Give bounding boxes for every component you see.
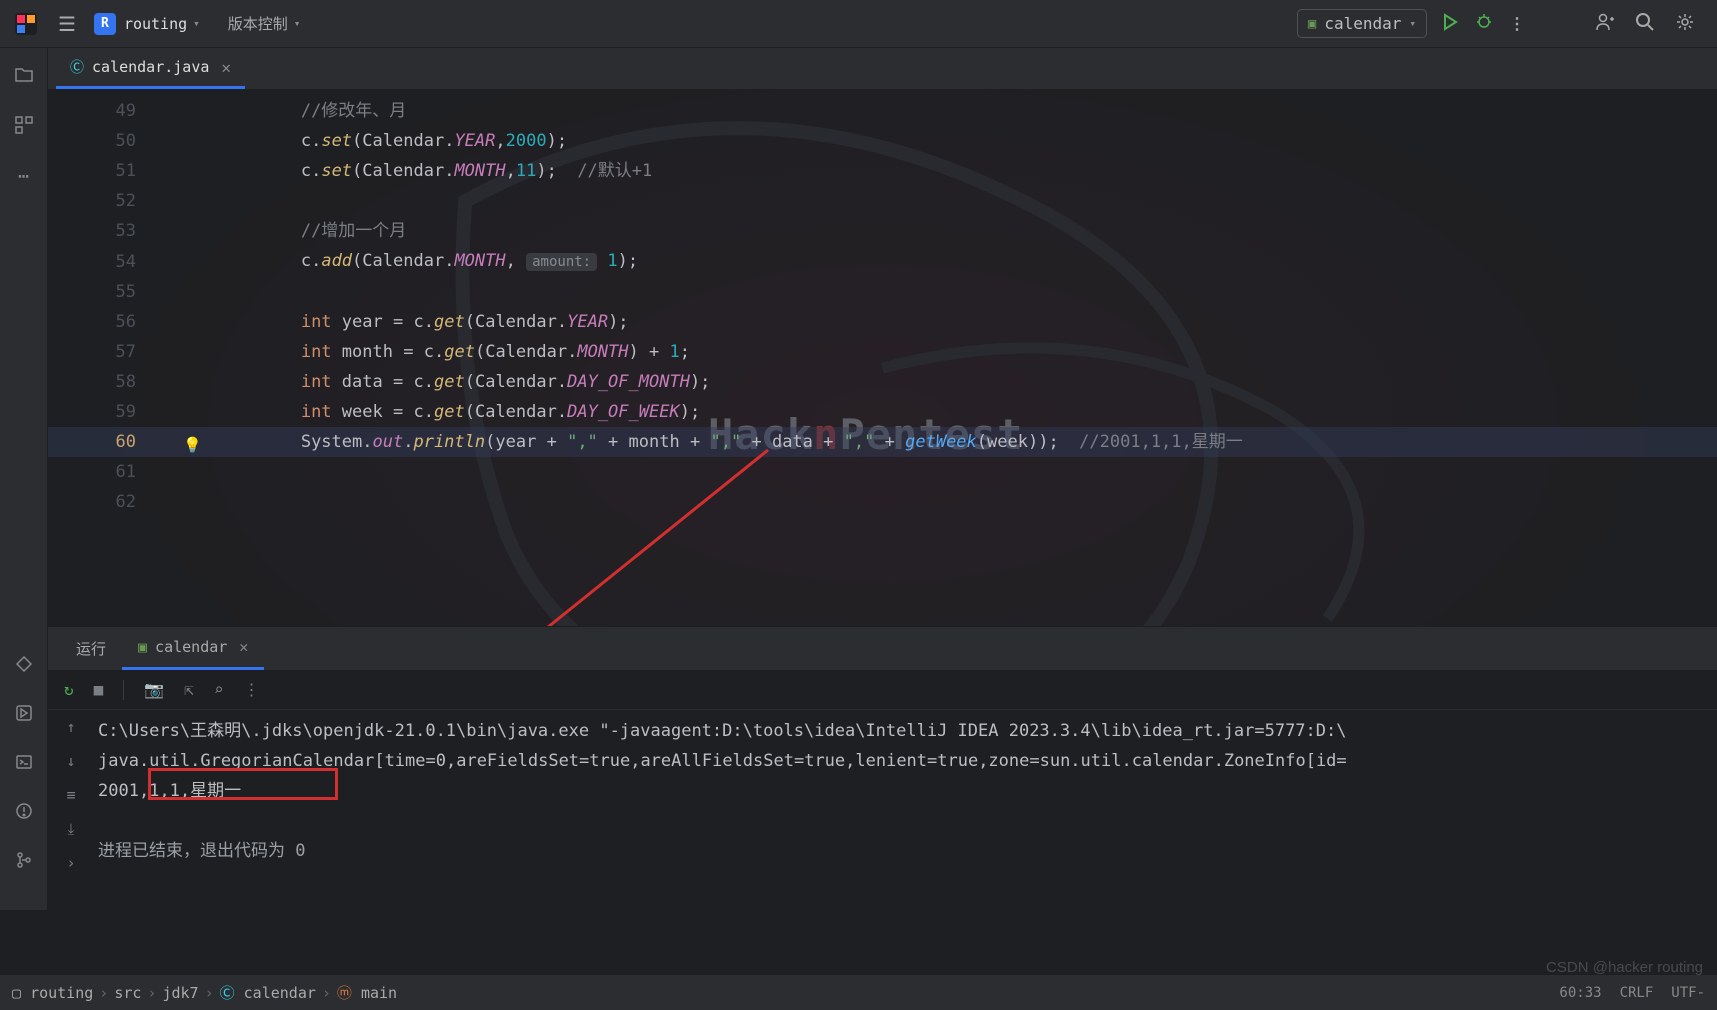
- console-tabs: 运行 ▣ calendar ✕: [48, 626, 1717, 670]
- down-icon[interactable]: ↓: [66, 752, 75, 770]
- scroll-icon[interactable]: ⤓: [68, 820, 75, 838]
- more-icon[interactable]: ⋯: [18, 166, 29, 187]
- expand-icon[interactable]: ›: [66, 854, 75, 872]
- run-button[interactable]: [1441, 13, 1459, 35]
- console-toolbar: ↻ ■ 📷 ⇱ ⌕ ⋮: [48, 670, 1717, 710]
- run-config-name: calendar: [1324, 14, 1401, 33]
- debug-button[interactable]: [1475, 13, 1493, 35]
- project-name[interactable]: routing: [124, 15, 187, 33]
- line-sep[interactable]: CRLF: [1620, 985, 1654, 1001]
- line-number: 61: [48, 457, 178, 487]
- terminal-icon: ▣: [138, 638, 147, 656]
- search-icon[interactable]: [1635, 12, 1655, 36]
- more-button[interactable]: ⋮: [1509, 14, 1525, 33]
- highlight-box: [148, 768, 338, 800]
- console-output[interactable]: C:\Users\王森明\.jdks\openjdk-21.0.1\bin\ja…: [94, 710, 1717, 910]
- file-tab[interactable]: Ⓒ calendar.java ✕: [56, 48, 245, 89]
- class-icon: Ⓒ: [70, 57, 84, 77]
- console-line: C:\Users\王森明\.jdks\openjdk-21.0.1\bin\ja…: [98, 716, 1713, 746]
- console-gutter: ↑ ↓ ≡ ⤓ ›: [48, 710, 94, 910]
- console-line: java.util.GregorianCalendar[time=0,areFi…: [98, 746, 1713, 776]
- crumb-item[interactable]: ▢ routing: [12, 984, 93, 1002]
- line-number: 54: [48, 247, 178, 277]
- code-editor[interactable]: HacknPentest 49 //修改年、月 50 c.set(Calenda…: [48, 90, 1717, 626]
- editor-tabs: Ⓒ calendar.java ✕: [48, 48, 1717, 90]
- line-number: 49: [48, 96, 178, 126]
- terminal-tool-icon[interactable]: [15, 753, 33, 776]
- filter-icon[interactable]: ⌕: [214, 680, 224, 699]
- crumb-item[interactable]: Ⓒ calendar: [220, 982, 316, 1003]
- console-line: 2001,1,1,星期一: [98, 776, 1713, 806]
- chevron-down-icon[interactable]: ▾: [193, 17, 200, 30]
- more-icon[interactable]: ⋮: [243, 680, 259, 699]
- line-number: 56: [48, 307, 178, 337]
- close-icon[interactable]: ✕: [221, 58, 231, 77]
- chevron-down-icon[interactable]: ▾: [294, 17, 301, 30]
- vcs-icon[interactable]: [15, 851, 33, 874]
- chevron-down-icon: ▾: [1409, 17, 1416, 30]
- console-line: 进程已结束，退出代码为 0: [98, 836, 1713, 866]
- console-tab-active[interactable]: ▣ calendar ✕: [122, 627, 264, 670]
- vcs-menu[interactable]: 版本控制: [228, 13, 288, 34]
- app-logo: [12, 10, 40, 38]
- run-tool-icon[interactable]: [15, 704, 33, 727]
- camera-icon[interactable]: 📷: [144, 680, 164, 699]
- crumb-item[interactable]: jdk7: [162, 984, 198, 1002]
- line-number: 62: [48, 487, 178, 517]
- structure-icon[interactable]: [14, 115, 34, 140]
- file-tab-name: calendar.java: [92, 58, 209, 76]
- line-number: 50: [48, 126, 178, 156]
- project-badge: R: [94, 13, 116, 35]
- line-number: 57: [48, 337, 178, 367]
- crumb-item[interactable]: ⓜ main: [337, 982, 397, 1003]
- line-number: 53: [48, 216, 178, 246]
- line-number: 60💡: [48, 427, 178, 457]
- gear-icon[interactable]: [1675, 12, 1695, 36]
- terminal-icon: ▣: [1308, 16, 1316, 32]
- left-sidebar: ⋯: [0, 48, 48, 910]
- close-icon[interactable]: ✕: [239, 638, 248, 656]
- hamburger-icon[interactable]: ☰: [58, 12, 76, 36]
- run-tab[interactable]: 运行: [60, 627, 122, 670]
- cursor-position: 60:33: [1559, 985, 1601, 1001]
- status-bar: ▢ routing › src › jdk7 › Ⓒ calendar › ⓜ …: [0, 974, 1717, 1010]
- user-add-icon[interactable]: [1595, 12, 1615, 36]
- up-icon[interactable]: ↑: [66, 718, 75, 736]
- rerun-icon[interactable]: ↻: [64, 680, 74, 699]
- line-number: 52: [48, 186, 178, 216]
- stop-icon[interactable]: ■: [94, 680, 104, 699]
- crumb-item[interactable]: src: [114, 984, 141, 1002]
- problems-icon[interactable]: [15, 802, 33, 825]
- bulb-icon[interactable]: 💡: [183, 430, 202, 460]
- titlebar: ☰ R routing ▾ 版本控制 ▾ ▣ calendar ▾ ⋮: [0, 0, 1717, 48]
- line-number: 59: [48, 397, 178, 427]
- corner-watermark: CSDN @hacker routing: [1546, 959, 1703, 976]
- line-number: 58: [48, 367, 178, 397]
- wrap-icon[interactable]: ≡: [66, 786, 75, 804]
- line-number: 51: [48, 156, 178, 186]
- breadcrumb[interactable]: ▢ routing › src › jdk7 › Ⓒ calendar › ⓜ …: [12, 982, 397, 1003]
- run-configuration[interactable]: ▣ calendar ▾: [1297, 9, 1427, 38]
- export-icon[interactable]: ⇱: [184, 680, 194, 699]
- folder-icon[interactable]: [14, 64, 34, 89]
- services-icon[interactable]: [15, 655, 33, 678]
- line-number: 55: [48, 277, 178, 307]
- encoding[interactable]: UTF-: [1671, 985, 1705, 1001]
